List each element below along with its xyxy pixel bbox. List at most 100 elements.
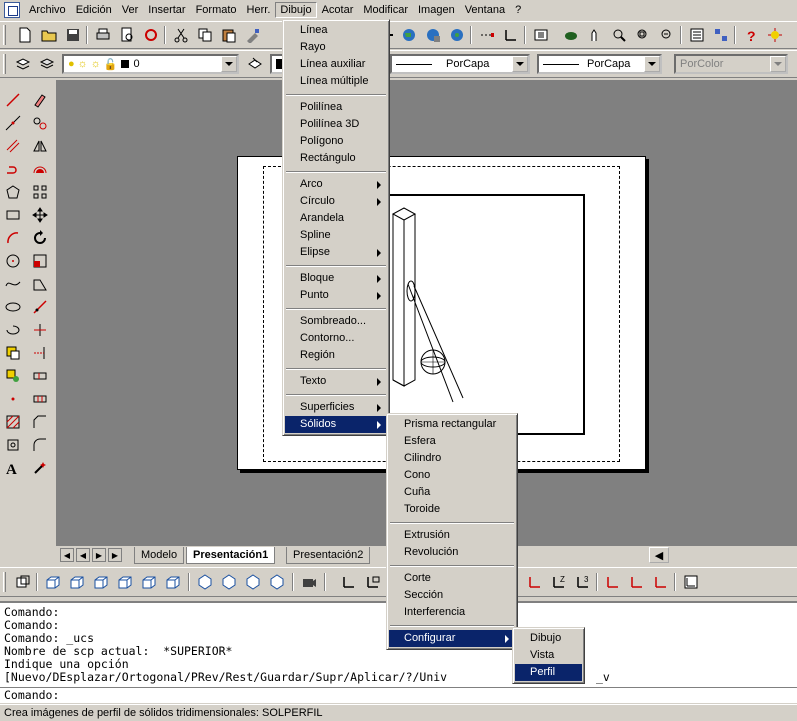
tab-presentacion1[interactable]: Presentación1 bbox=[186, 547, 276, 564]
spline-icon[interactable] bbox=[1, 272, 25, 295]
pan-realtime-icon[interactable] bbox=[584, 24, 606, 46]
dibujo-item-linea[interactable]: Línea bbox=[285, 22, 387, 39]
solidos-item-extrusion[interactable]: Extrusión bbox=[389, 527, 515, 544]
solidos-item-revolucion[interactable]: Revolución bbox=[389, 544, 515, 561]
first-tab-icon[interactable]: ◀ bbox=[60, 548, 74, 562]
ucs-x-icon[interactable] bbox=[602, 571, 624, 593]
print-icon[interactable] bbox=[92, 24, 114, 46]
menu-herr[interactable]: Herr. bbox=[242, 2, 276, 18]
last-tab-icon[interactable]: ▶ bbox=[108, 548, 122, 562]
toolbar-grip[interactable] bbox=[3, 54, 6, 74]
chevron-down-icon[interactable] bbox=[221, 56, 237, 72]
dibujo-item-arandela[interactable]: Arandela bbox=[285, 210, 387, 227]
chevron-down-icon[interactable] bbox=[512, 56, 528, 72]
named-views-icon[interactable] bbox=[530, 24, 552, 46]
ucs-z-icon[interactable] bbox=[524, 571, 546, 593]
tab-modelo[interactable]: Modelo bbox=[134, 547, 185, 564]
dibujo-item-superficies[interactable]: Superficies bbox=[285, 399, 387, 416]
cone-icon[interactable] bbox=[90, 571, 112, 593]
cylinder-icon[interactable] bbox=[138, 571, 160, 593]
toolbar-grip[interactable] bbox=[3, 572, 6, 592]
dibujo-item-solidos[interactable]: Sólidos bbox=[285, 416, 387, 433]
cut-icon[interactable] bbox=[170, 24, 192, 46]
dibujo-item-linea-multiple[interactable]: Línea múltiple bbox=[285, 73, 387, 90]
dibujo-item-arco[interactable]: Arco bbox=[285, 176, 387, 193]
move-icon[interactable] bbox=[28, 203, 52, 226]
circle-icon[interactable] bbox=[1, 249, 25, 272]
menu-dibujo[interactable]: Dibujo bbox=[275, 2, 317, 18]
solid-icon[interactable] bbox=[12, 571, 34, 593]
distance-icon[interactable] bbox=[476, 24, 498, 46]
menu-formato[interactable]: Formato bbox=[191, 2, 242, 18]
point-icon[interactable] bbox=[1, 387, 25, 410]
front-view-icon[interactable] bbox=[218, 571, 240, 593]
configurar-item-perfil[interactable]: Perfil bbox=[515, 664, 582, 681]
apply-ucs-icon[interactable] bbox=[680, 571, 702, 593]
insert-block-icon[interactable] bbox=[1, 341, 25, 364]
arc-icon[interactable] bbox=[1, 226, 25, 249]
ucs-zrot-icon[interactable] bbox=[650, 571, 672, 593]
toolbar-grip[interactable] bbox=[3, 25, 6, 45]
ucs-y-icon[interactable] bbox=[626, 571, 648, 593]
dibujo-item-region[interactable]: Región bbox=[285, 347, 387, 364]
sphere-icon[interactable] bbox=[114, 571, 136, 593]
menu-modificar[interactable]: Modificar bbox=[358, 2, 413, 18]
explode-icon[interactable] bbox=[28, 456, 52, 479]
globe-browse-icon[interactable] bbox=[446, 24, 468, 46]
menu-insertar[interactable]: Insertar bbox=[143, 2, 190, 18]
side-view-icon[interactable] bbox=[242, 571, 264, 593]
lineweight-combo[interactable]: PorCapa bbox=[537, 54, 662, 74]
match-properties-icon[interactable] bbox=[242, 24, 264, 46]
solidos-item-interferencia[interactable]: Interferencia bbox=[389, 604, 515, 621]
layer-manager-icon[interactable] bbox=[12, 53, 34, 75]
print-preview-icon[interactable] bbox=[116, 24, 138, 46]
dibujo-item-sombreado[interactable]: Sombreado... bbox=[285, 313, 387, 330]
lengthen-icon[interactable] bbox=[28, 295, 52, 318]
construction-line-icon[interactable] bbox=[1, 111, 25, 134]
save-icon[interactable] bbox=[62, 24, 84, 46]
menu-ver[interactable]: Ver bbox=[117, 2, 144, 18]
mirror-icon[interactable] bbox=[28, 134, 52, 157]
dibujo-item-elipse[interactable]: Elipse bbox=[285, 244, 387, 261]
scale-icon[interactable] bbox=[28, 249, 52, 272]
ellipse-arc-icon[interactable] bbox=[1, 318, 25, 341]
properties-icon[interactable] bbox=[686, 24, 708, 46]
menu-archivo[interactable]: Archivo bbox=[24, 2, 71, 18]
solidos-item-cilindro[interactable]: Cilindro bbox=[389, 450, 515, 467]
dibujo-item-polilinea-3d[interactable]: Polilínea 3D bbox=[285, 116, 387, 133]
solidos-item-cono[interactable]: Cono bbox=[389, 467, 515, 484]
iso-view-icon[interactable] bbox=[266, 571, 288, 593]
solidos-item-configurar[interactable]: Configurar bbox=[389, 630, 515, 647]
configurar-item-dibujo[interactable]: Dibujo bbox=[515, 630, 582, 647]
camera-icon[interactable] bbox=[298, 571, 320, 593]
rectangle-icon[interactable] bbox=[1, 203, 25, 226]
tab-presentacion2[interactable]: Presentación2 bbox=[286, 547, 371, 564]
app-icon[interactable] bbox=[4, 2, 20, 18]
layer-previous-icon[interactable] bbox=[36, 53, 58, 75]
3d-orbit-icon[interactable] bbox=[560, 24, 582, 46]
menu-ventana[interactable]: Ventana bbox=[460, 2, 510, 18]
solidos-item-toroide[interactable]: Toroide bbox=[389, 501, 515, 518]
dibujo-item-texto[interactable]: Texto bbox=[285, 373, 387, 390]
hatch-icon[interactable] bbox=[1, 410, 25, 433]
extend-icon[interactable] bbox=[28, 341, 52, 364]
linetype-combo[interactable]: PorCapa bbox=[390, 54, 530, 74]
line-icon[interactable] bbox=[1, 88, 25, 111]
help-icon[interactable]: ? bbox=[740, 24, 762, 46]
dibujo-item-circulo[interactable]: Círculo bbox=[285, 193, 387, 210]
menu-imagen[interactable]: Imagen bbox=[413, 2, 460, 18]
polygon-icon[interactable] bbox=[1, 180, 25, 203]
box-icon[interactable] bbox=[42, 571, 64, 593]
ucs-zaxis-icon[interactable]: Z bbox=[548, 571, 570, 593]
command-input[interactable]: Comando: bbox=[0, 687, 797, 703]
ucs-previous-icon[interactable] bbox=[362, 571, 384, 593]
chevron-down-icon[interactable] bbox=[644, 56, 660, 72]
ellipse-icon[interactable] bbox=[1, 295, 25, 318]
ucs-icon[interactable] bbox=[500, 24, 522, 46]
dibujo-item-spline[interactable]: Spline bbox=[285, 227, 387, 244]
trim-icon[interactable] bbox=[28, 318, 52, 341]
break-at-point-icon[interactable] bbox=[28, 387, 52, 410]
text-icon[interactable]: A bbox=[1, 456, 25, 479]
copy-object-icon[interactable] bbox=[28, 111, 52, 134]
top-view-icon[interactable] bbox=[194, 571, 216, 593]
